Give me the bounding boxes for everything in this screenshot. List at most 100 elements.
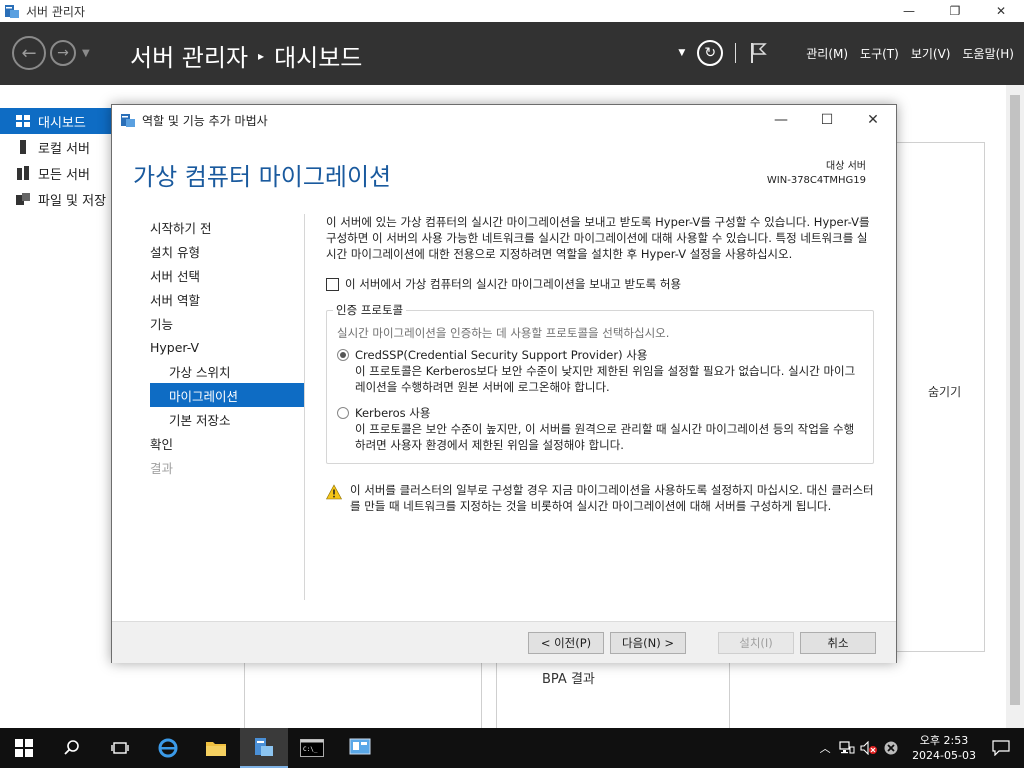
kerberos-option[interactable]: Kerberos 사용: [337, 405, 863, 421]
kerberos-radio[interactable]: [337, 407, 349, 419]
taskbar-ie[interactable]: [144, 728, 192, 768]
step-server-roles[interactable]: 서버 역할: [150, 287, 304, 311]
credssp-option[interactable]: CredSSP(Credential Security Support Prov…: [337, 347, 863, 363]
step-server-selection[interactable]: 서버 선택: [150, 263, 304, 287]
wizard-maximize-button[interactable]: ☐: [804, 105, 850, 135]
warning-icon: [326, 484, 342, 500]
restore-button[interactable]: ❐: [932, 0, 978, 22]
notifications-flag-icon[interactable]: [748, 42, 768, 64]
step-default-stores[interactable]: 기본 저장소: [150, 407, 304, 431]
credssp-radio[interactable]: [337, 349, 349, 361]
refresh-icon: ↻: [704, 45, 717, 61]
sidebar-item-file-storage[interactable]: 파일 및 저장: [0, 186, 112, 212]
menu-manage[interactable]: 관리(M): [806, 45, 848, 62]
next-button[interactable]: 다음(N) >: [610, 632, 686, 654]
history-dropdown-icon[interactable]: ▼: [82, 48, 90, 59]
start-button[interactable]: [0, 728, 48, 768]
sidebar-item-dashboard[interactable]: 대시보드: [0, 108, 112, 134]
dashboard-tile: [496, 662, 730, 728]
storage-icon: [16, 193, 30, 205]
hide-link[interactable]: 숨기기: [928, 383, 961, 400]
task-view-button[interactable]: [96, 728, 144, 768]
allow-migration-checkbox-row[interactable]: 이 서버에서 가상 컴퓨터의 실시간 마이그레이션을 보내고 받도록 허용: [326, 276, 874, 292]
taskbar-control-panel[interactable]: [336, 728, 384, 768]
step-confirmation[interactable]: 확인: [150, 431, 304, 455]
step-installation-type[interactable]: 설치 유형: [150, 239, 304, 263]
forward-button[interactable]: →: [50, 40, 76, 66]
scrollbar-thumb[interactable]: [1010, 95, 1020, 705]
header-toolbar: ▼ ↻ 관리(M) 도구(T) 보기(V) 도움말(H): [678, 40, 1014, 66]
back-button[interactable]: ←: [12, 36, 46, 70]
taskbar-clock[interactable]: 오후 2:53 2024-05-03: [912, 733, 976, 763]
wizard-minimize-button[interactable]: —: [758, 105, 804, 135]
clock-date: 2024-05-03: [912, 749, 976, 762]
step-features[interactable]: 기능: [150, 311, 304, 335]
credssp-description: 이 프로토콜은 Kerberos보다 보안 수준이 낮지만 제한된 위임을 설정…: [355, 364, 856, 394]
install-button: 설치(I): [718, 632, 794, 654]
bpa-results-link[interactable]: BPA 결과: [542, 668, 595, 687]
volume-muted-icon[interactable]: [858, 741, 880, 755]
dashboard-tile: [244, 662, 482, 728]
add-roles-wizard-dialog: 역할 및 기능 추가 마법사 — ☐ ✕ 가상 컴퓨터 마이그레이션 대상 서버…: [111, 104, 897, 663]
wizard-title: 역할 및 기능 추가 마법사: [142, 113, 268, 128]
server-manager-taskbar-icon: [255, 738, 273, 756]
auth-protocol-group: 인증 프로토콜 실시간 마이그레이션을 인증하는 데 사용할 프로토콜을 선택하…: [326, 302, 874, 464]
menu-view[interactable]: 보기(V): [911, 45, 951, 62]
step-virtual-switches[interactable]: 가상 스위치: [150, 359, 304, 383]
destination-server: 대상 서버 WIN-378C4TMHG19: [767, 160, 866, 188]
warning-text: 이 서버를 클러스터의 일부로 구성할 경우 지금 마이그레이션을 사용하도록 …: [350, 483, 874, 513]
cancel-button[interactable]: 취소: [800, 632, 876, 654]
arrow-right-icon: →: [57, 45, 69, 61]
destination-server-name: WIN-378C4TMHG19: [766, 175, 866, 186]
server-manager-header: ← → ▼ 서버 관리자 ▸ 대시보드 ▼ ↻ 관리(M) 도구(T) 보기(V…: [0, 22, 1024, 85]
internet-explorer-icon: [158, 738, 178, 758]
previous-button[interactable]: < 이전(P): [528, 632, 604, 654]
nav-buttons: ← → ▼: [12, 36, 90, 70]
minimize-button[interactable]: —: [886, 0, 932, 22]
system-tray: ︿ 오후 2:53 2024-05-03: [814, 728, 1024, 768]
folder-icon: [206, 742, 226, 756]
breadcrumb: 서버 관리자 ▸ 대시보드: [130, 38, 362, 73]
sidebar-item-local-server[interactable]: 로컬 서버: [0, 134, 112, 160]
wizard-steps-nav: 시작하기 전 설치 유형 서버 선택 서버 역할 기능 Hyper-V 가상 스…: [150, 215, 304, 479]
search-button[interactable]: [48, 728, 96, 768]
refresh-dropdown-icon[interactable]: ▼: [678, 48, 685, 58]
step-migration[interactable]: 마이그레이션: [150, 383, 304, 407]
network-icon[interactable]: [836, 741, 858, 755]
allow-migration-checkbox[interactable]: [326, 277, 339, 291]
breadcrumb-separator-icon: ▸: [258, 48, 265, 63]
notification-error-icon[interactable]: [880, 741, 902, 755]
step-hyper-v[interactable]: Hyper-V: [150, 335, 304, 359]
credssp-label[interactable]: CredSSP(Credential Security Support Prov…: [355, 347, 647, 363]
dashboard-icon: [16, 115, 30, 127]
close-button[interactable]: ✕: [978, 0, 1024, 22]
step-before-you-begin[interactable]: 시작하기 전: [150, 215, 304, 239]
breadcrumb-root[interactable]: 서버 관리자: [130, 38, 248, 73]
cluster-warning: 이 서버를 클러스터의 일부로 구성할 경우 지금 마이그레이션을 사용하도록 …: [326, 482, 874, 514]
server-manager-icon: [5, 5, 19, 18]
sidebar-item-label: 파일 및 저장: [38, 193, 107, 209]
allow-migration-label[interactable]: 이 서버에서 가상 컴퓨터의 실시간 마이그레이션을 보내고 받도록 허용: [345, 276, 681, 292]
wizard-close-button[interactable]: ✕: [850, 105, 896, 135]
breadcrumb-page: 대시보드: [274, 44, 363, 72]
sidebar-item-all-servers[interactable]: 모든 서버: [0, 160, 112, 186]
taskbar-server-manager[interactable]: [240, 728, 288, 768]
vertical-scrollbar[interactable]: [1006, 85, 1024, 728]
kerberos-label[interactable]: Kerberos 사용: [355, 405, 430, 421]
window-controls: — ❐ ✕: [886, 0, 1024, 22]
refresh-button[interactable]: ↻: [697, 40, 724, 66]
taskbar-file-explorer[interactable]: [192, 728, 240, 768]
clock-time: 오후 2:53: [919, 734, 969, 747]
show-hidden-icons[interactable]: ︿: [814, 740, 836, 756]
auth-protocol-legend: 인증 프로토콜: [333, 302, 407, 318]
wizard-footer: < 이전(P) 다음(N) > 설치(I) 취소: [112, 621, 896, 663]
action-center-icon[interactable]: [990, 740, 1012, 756]
menu-tools[interactable]: 도구(T): [860, 45, 899, 62]
taskbar-command-prompt[interactable]: C:\_: [288, 728, 336, 768]
search-icon: [64, 740, 79, 755]
menu-help[interactable]: 도움말(H): [962, 45, 1014, 62]
servers-icon: [17, 166, 29, 180]
control-panel-icon: [349, 738, 371, 755]
taskbar: C:\_ ︿ 오후 2:53 2024-05-03: [0, 728, 1024, 768]
window-title: 서버 관리자: [26, 4, 86, 19]
